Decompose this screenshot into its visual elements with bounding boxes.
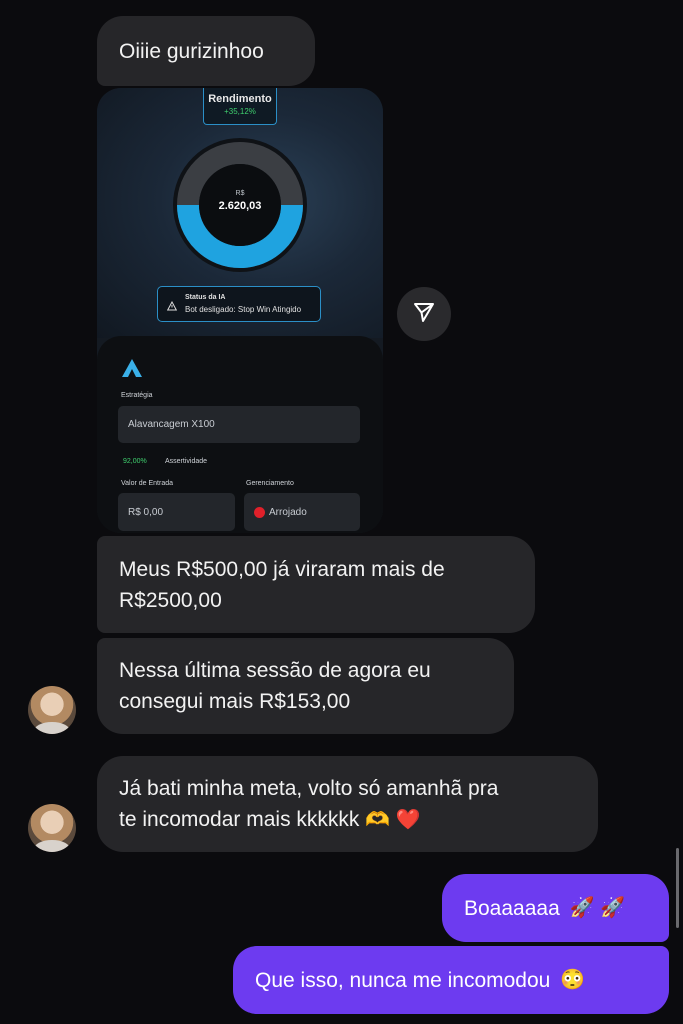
rocket-emoji: 🚀 🚀	[569, 896, 626, 919]
heart-hands-emoji: 🫶 ❤️	[365, 808, 421, 831]
assertividade-percent: 92,00%	[123, 458, 147, 465]
gerenciamento-field: Arrojado	[244, 493, 360, 531]
message-bubble[interactable]: Meus R$500,00 já viraram mais de R$2500,…	[97, 536, 535, 633]
ai-status-box: Status da IA Bot desligado: Stop Win Ati…	[157, 286, 321, 322]
flushed-face-emoji: 😳	[560, 968, 586, 991]
message-text-line: R$2500,00	[119, 588, 222, 612]
send-icon	[412, 300, 436, 329]
balance-currency: R$	[235, 190, 245, 197]
message-text-line: Nessa última sessão de agora eu	[119, 659, 431, 682]
rendimento-box: Rendimento +35,12%	[203, 88, 277, 125]
entrada-field: R$ 0,00	[118, 493, 235, 531]
message-text-line: Meus R$500,00 já viraram mais de	[119, 557, 445, 581]
message-text: te incomodar mais kkkkkk	[119, 807, 360, 831]
estrategia-field: Alavancagem X100	[118, 406, 360, 443]
brand-logo-icon	[122, 359, 142, 382]
rendimento-value: +35,12%	[224, 107, 256, 116]
balance-donut-chart: R$ 2.620,03	[171, 136, 309, 279]
shared-screenshot[interactable]: Rendimento +35,12% R$ 2.620,03 Status da…	[97, 88, 383, 533]
message-bubble[interactable]: Nessa última sessão de agora eu consegui…	[97, 638, 514, 734]
message-bubble[interactable]: Já bati minha meta, volto só amanhã pra …	[97, 756, 598, 852]
balance-value: 2.620,03	[218, 200, 262, 212]
contact-avatar[interactable]	[28, 804, 76, 852]
warning-icon	[166, 298, 178, 316]
estrategia-value: Alavancagem X100	[128, 419, 215, 430]
contact-avatar[interactable]	[28, 686, 76, 734]
gerenciamento-label: Gerenciamento	[246, 480, 294, 487]
ai-status-title: Status da IA	[185, 294, 226, 301]
red-dot-icon	[254, 506, 265, 518]
scrollbar[interactable]	[676, 848, 679, 928]
rendimento-title: Rendimento	[208, 93, 272, 105]
message-text-line: te incomodar mais kkkkkk 🫶 ❤️	[119, 804, 421, 836]
share-button[interactable]	[397, 287, 451, 341]
message-text-line: consegui mais R$153,00	[119, 690, 351, 713]
message-text: Oiiie gurizinhoo	[119, 39, 264, 63]
message-text-line: Já bati minha meta, volto só amanhã pra	[119, 776, 499, 800]
entrada-value: R$ 0,00	[128, 506, 164, 518]
message-text: Que isso, nunca me incomodou	[255, 968, 551, 992]
message-text: Boaaaaaa	[464, 896, 560, 920]
estrategia-label: Estratégia	[121, 392, 153, 399]
outgoing-message-bubble[interactable]: Que isso, nunca me incomodou 😳	[233, 946, 669, 1014]
screenshot-settings-panel: Estratégia Alavancagem X100 92,00% Asser…	[97, 336, 383, 533]
outgoing-message-bubble[interactable]: Boaaaaaa 🚀 🚀	[442, 874, 669, 942]
assertividade-label: Assertividade	[165, 458, 208, 465]
gerenciamento-value: Arrojado	[269, 506, 307, 518]
message-bubble-greeting[interactable]: Oiiie gurizinhoo	[97, 16, 315, 86]
ai-status-text: Bot desligado: Stop Win Atingido	[185, 305, 302, 314]
screenshot-dashboard-panel: Rendimento +35,12% R$ 2.620,03 Status da…	[97, 88, 383, 338]
entrada-label: Valor de Entrada	[121, 480, 174, 487]
